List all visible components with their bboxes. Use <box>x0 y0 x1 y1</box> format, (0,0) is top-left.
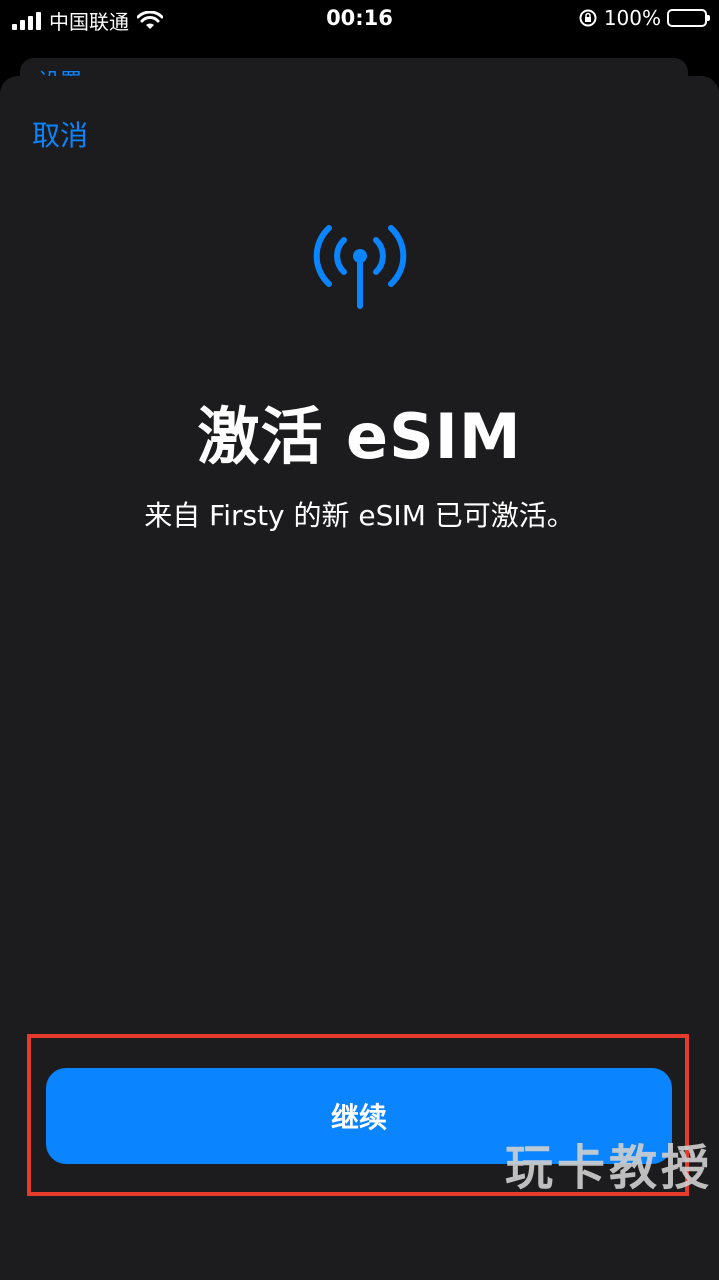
battery-percentage: 100% <box>603 6 661 30</box>
status-bar: 中国联通 00:16 100% <box>0 0 719 40</box>
antenna-signal-icon <box>313 225 407 309</box>
subtitle: 来自 Firsty 的新 eSIM 已可激活。 <box>144 499 575 532</box>
activate-esim-sheet: 取消 激活 eSIM 来自 Firsty 的新 eSIM 已可激活。 继续 <box>0 76 719 1280</box>
cancel-button[interactable]: 取消 <box>32 114 88 154</box>
page-title: 激活 eSIM <box>197 400 522 473</box>
status-right: 100% <box>578 6 710 30</box>
rotation-lock-icon <box>579 9 597 27</box>
battery-icon <box>667 9 710 27</box>
watermark: 玩卡教授 <box>504 1140 713 1196</box>
